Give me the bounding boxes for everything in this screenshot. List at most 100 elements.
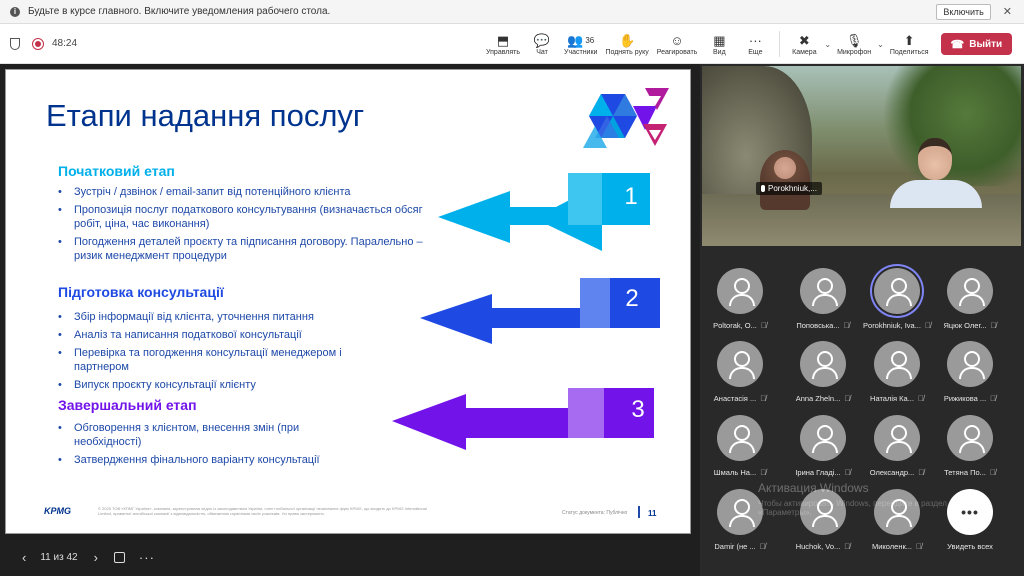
- participant-tile[interactable]: Анастасія ... 🎙̸: [702, 331, 778, 403]
- shared-content-stage: Етапи надання послуг Початковий етап Зус…: [0, 64, 700, 576]
- video-feed[interactable]: Porokhniuk,...: [702, 66, 1021, 246]
- participant-video-person: [760, 150, 810, 210]
- muted-mic-icon: 🎙̸: [989, 468, 996, 477]
- microphone-options-chevron-icon[interactable]: ⌄: [877, 40, 884, 49]
- more-button[interactable]: ··· Еще: [737, 24, 773, 64]
- see-all-label: Увидеть всех: [947, 542, 993, 551]
- speaker-name: Porokhniuk,...: [768, 184, 817, 193]
- avatar: [947, 341, 993, 387]
- microphone-icon: [761, 185, 765, 192]
- raise-hand-button[interactable]: ✋ Поднять руку: [601, 24, 652, 64]
- view-button[interactable]: ▦ Вид: [701, 24, 737, 64]
- share-icon: ⬆: [903, 32, 915, 48]
- avatar: [874, 341, 920, 387]
- muted-mic-icon: 🎙̸: [918, 468, 925, 477]
- next-slide-icon[interactable]: ›: [94, 550, 98, 565]
- participant-name: Миколенк... 🎙̸: [871, 542, 923, 551]
- participant-name: Анастасія ... 🎙̸: [713, 394, 767, 403]
- leave-label: Выйти: [969, 38, 1003, 50]
- avatar: [717, 489, 763, 535]
- speaker-name-tag: Porokhniuk,...: [756, 182, 822, 195]
- step-number-1: 1: [624, 183, 638, 210]
- participant-video-person: [890, 138, 982, 208]
- previous-slide-icon[interactable]: ‹: [22, 550, 26, 565]
- notification-text: Будьте в курсе главного. Включите уведом…: [28, 6, 331, 17]
- close-icon[interactable]: ✕: [1003, 5, 1012, 18]
- list-item: Затвердження фінального варіанту консуль…: [56, 453, 356, 467]
- tool-label: Микрофон: [837, 48, 872, 56]
- participant-tile[interactable]: Тетяна По... 🎙̸: [932, 405, 1008, 477]
- manage-button[interactable]: ⬒ Управлять: [482, 24, 524, 64]
- info-icon: i: [10, 6, 20, 17]
- muted-mic-icon: 🎙̸: [844, 468, 851, 477]
- microphone-button[interactable]: 🎙 Микрофон: [833, 24, 875, 64]
- participant-name: Рижикова ... 🎙̸: [943, 394, 997, 403]
- participant-tile[interactable]: Яцюк Олег... 🎙̸: [932, 258, 1008, 330]
- chat-button[interactable]: 💬 Чат: [524, 24, 560, 64]
- kpmg-triangles-logo: [583, 88, 669, 148]
- share-button[interactable]: ⬆ Поделиться: [886, 24, 933, 64]
- leave-button[interactable]: ☎ Выйти: [940, 33, 1013, 55]
- more-options-icon[interactable]: ···: [139, 550, 155, 565]
- camera-button[interactable]: ✖ Камера: [786, 24, 822, 64]
- list-item: Збір інформації від клієнта, уточнення п…: [56, 310, 376, 324]
- section-heading-final: Завершальний етап: [58, 397, 197, 413]
- participants-button[interactable]: 👥 36 Участники: [560, 24, 601, 64]
- react-icon: ☺: [670, 32, 684, 48]
- camera-options-chevron-icon[interactable]: ⌄: [824, 40, 831, 49]
- list-item: Зустріч / дзвінок / email-запит від поте…: [56, 185, 431, 199]
- microphone-icon: 🎙: [845, 32, 863, 48]
- avatar: [947, 268, 993, 314]
- raise-hand-icon: ✋: [618, 32, 636, 48]
- tool-label: Еще: [748, 48, 763, 56]
- participant-tile[interactable]: Poltorak, O... 🎙̸: [702, 258, 778, 330]
- slide-grid-icon[interactable]: [113, 551, 125, 563]
- arrow-step-3: [392, 388, 654, 450]
- participant-name: Яцюк Олег... 🎙̸: [943, 321, 997, 330]
- participant-tile[interactable]: Олександр... 🎙̸: [859, 405, 935, 477]
- muted-mic-icon: 🎙̸: [990, 321, 997, 330]
- participant-tile[interactable]: Шмаль На... 🎙̸: [702, 405, 778, 477]
- phone-icon: ☎: [950, 38, 965, 51]
- participant-name: Олександр... 🎙̸: [869, 468, 925, 477]
- participant-name: Huchok, Vo... 🎙̸: [795, 542, 851, 551]
- section-heading-preparation: Підготовка консультації: [58, 284, 224, 300]
- participant-tile[interactable]: Ірина Гладі... 🎙̸: [785, 405, 861, 477]
- windows-activation-subtitle: Чтобы активировать Windows, перейдите в …: [758, 499, 947, 517]
- avatar: [947, 415, 993, 461]
- muted-mic-icon: 🎙̸: [759, 542, 766, 551]
- slide-title: Етапи надання послуг: [46, 98, 365, 133]
- more-icon: ···: [748, 32, 762, 48]
- section-bullets-initial: Зустріч / дзвінок / email-запит від поте…: [56, 185, 431, 267]
- participant-tile[interactable]: Поповська... 🎙̸: [785, 258, 861, 330]
- avatar: [874, 415, 920, 461]
- participant-name: Damir (не ... 🎙̸: [714, 542, 766, 551]
- copyright-text: © 2025 ТОВ «КПМГ Україна», компанія, зар…: [98, 506, 427, 516]
- tool-label: Вид: [713, 48, 726, 56]
- list-item: Обговорення з клієнтом, внесення змін (п…: [56, 421, 356, 449]
- list-item: Пропозиція послуг податкового консультув…: [56, 203, 431, 231]
- participant-tile[interactable]: Porokhniuk, Iva... 🎙̸: [859, 258, 935, 330]
- react-button[interactable]: ☺ Реагировать: [653, 24, 702, 64]
- tool-label: Реагировать: [656, 48, 698, 56]
- avatar: [717, 415, 763, 461]
- windows-activation-title: Активация Windows: [758, 481, 869, 495]
- footer-divider: [638, 506, 640, 518]
- list-item: Перевірка та погодження консультації мен…: [56, 346, 376, 374]
- section-bullets-final: Обговорення з клієнтом, внесення змін (п…: [56, 421, 356, 471]
- list-item: Випуск проєкту консультації клієнту: [56, 378, 376, 392]
- muted-mic-icon: 🎙̸: [916, 542, 923, 551]
- document-status: Статус документа: Публічно: [562, 510, 628, 516]
- enable-notifications-button[interactable]: Включить: [936, 3, 991, 20]
- muted-mic-icon: 🎙̸: [844, 394, 851, 403]
- participant-tile[interactable]: Наталія Ка... 🎙̸: [859, 331, 935, 403]
- slide-counter: 11 из 42: [40, 551, 78, 563]
- list-item: Аналіз та написання податкової консульта…: [56, 328, 376, 342]
- tool-label: Чат: [536, 48, 548, 56]
- share-screen-icon: ⬒: [496, 32, 510, 48]
- tool-label: Поделиться: [889, 48, 929, 56]
- participant-tile[interactable]: Anna Zheln... 🎙̸: [785, 331, 861, 403]
- shield-icon[interactable]: [10, 37, 20, 50]
- participant-tile[interactable]: Рижикова ... 🎙̸: [932, 331, 1008, 403]
- section-bullets-preparation: Збір інформації від клієнта, уточнення п…: [56, 310, 376, 396]
